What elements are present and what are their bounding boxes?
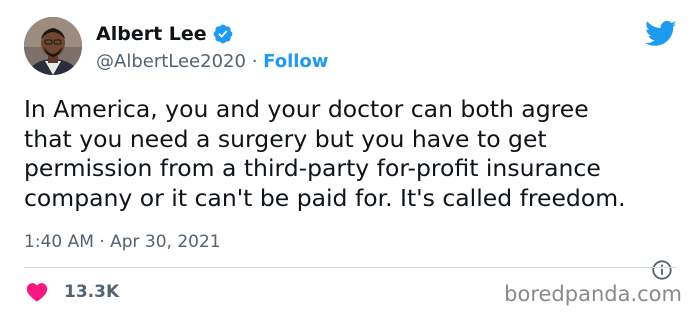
tweet-line: In America, you and your doctor can both… <box>24 95 589 123</box>
tweet-text: In America, you and your doctor can both… <box>24 95 684 213</box>
avatar[interactable] <box>24 17 82 75</box>
verified-badge-icon <box>213 24 233 44</box>
author-handle[interactable]: @AlbertLee2020 <box>96 51 246 72</box>
handle-row: @AlbertLee2020 · Follow <box>96 50 328 74</box>
tweet-card: Albert Lee @AlbertLee2020 · Follow In Am… <box>0 0 700 319</box>
avatar-photo <box>24 17 82 75</box>
separator-dot: · <box>251 51 258 72</box>
follow-link[interactable]: Follow <box>263 51 328 72</box>
like-count[interactable]: 13.3K <box>64 280 119 304</box>
tweet-line: permission from a third-party for-profit… <box>24 154 601 182</box>
author-name-row[interactable]: Albert Lee <box>96 22 234 46</box>
divider <box>24 267 676 268</box>
twitter-bird-icon[interactable] <box>645 20 677 48</box>
info-icon[interactable] <box>651 259 673 281</box>
tweet-line: company or it can't be paid for. It's ca… <box>24 183 626 212</box>
heart-icon[interactable] <box>26 282 48 302</box>
watermark: boredpanda.com <box>504 282 682 306</box>
author-name[interactable]: Albert Lee <box>96 22 207 46</box>
tweet-line: that you need a surgery but you have to … <box>24 124 547 153</box>
tweet-timestamp[interactable]: 1:40 AM · Apr 30, 2021 <box>24 230 221 254</box>
